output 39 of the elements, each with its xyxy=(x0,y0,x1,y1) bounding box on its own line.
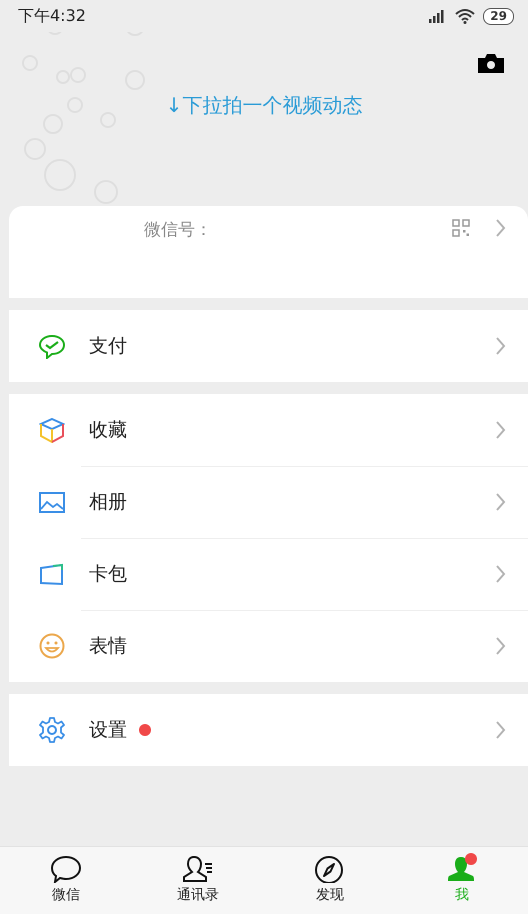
menu-label: 设置 xyxy=(89,718,127,743)
menu-label: 表情 xyxy=(89,634,127,659)
tab[interactable]: 发现 xyxy=(264,847,396,914)
menu-label: 支付 xyxy=(89,334,127,359)
chevron-icon xyxy=(494,720,506,740)
menu-item[interactable]: 表情 xyxy=(9,610,528,682)
menu-label: 卡包 xyxy=(89,562,127,587)
chevron-icon xyxy=(494,336,506,356)
status-time: 下午4:32 xyxy=(18,5,86,27)
chevron-icon xyxy=(494,218,506,238)
menu-item[interactable]: 支付 xyxy=(9,310,528,382)
wallet-chat-icon xyxy=(39,333,65,359)
menu-label: 收藏 xyxy=(89,418,127,443)
menu-item[interactable]: 设置 xyxy=(9,694,528,766)
wifi-icon xyxy=(455,8,476,24)
wechat-id-label: 微信号： xyxy=(144,219,212,242)
person-list-icon xyxy=(182,855,214,883)
tab[interactable]: 微信 xyxy=(0,847,132,914)
chat-bubble-icon xyxy=(50,855,82,883)
profile-card[interactable]: 微信号： xyxy=(9,206,528,298)
qr-code-icon xyxy=(452,219,470,237)
cube-icon xyxy=(39,417,65,443)
menu-item[interactable]: 收藏 xyxy=(9,394,528,466)
pull-hint: ↓下拉拍一个视频动态 xyxy=(164,92,364,119)
compass-icon xyxy=(314,855,346,883)
menu-item[interactable]: 相册 xyxy=(9,466,528,538)
camera-icon[interactable] xyxy=(477,52,505,74)
settings-icon xyxy=(39,717,65,743)
image-icon xyxy=(39,489,65,515)
smiley-icon xyxy=(39,633,65,659)
chevron-icon xyxy=(494,564,506,584)
chevron-icon xyxy=(494,636,506,656)
chevron-icon xyxy=(494,420,506,440)
menu-label: 相册 xyxy=(89,490,127,515)
battery-level: 29 xyxy=(483,8,514,24)
chevron-icon xyxy=(494,492,506,512)
menu-item[interactable]: 卡包 xyxy=(9,538,528,610)
card-icon xyxy=(39,561,65,587)
tab[interactable]: 通讯录 xyxy=(132,847,264,914)
